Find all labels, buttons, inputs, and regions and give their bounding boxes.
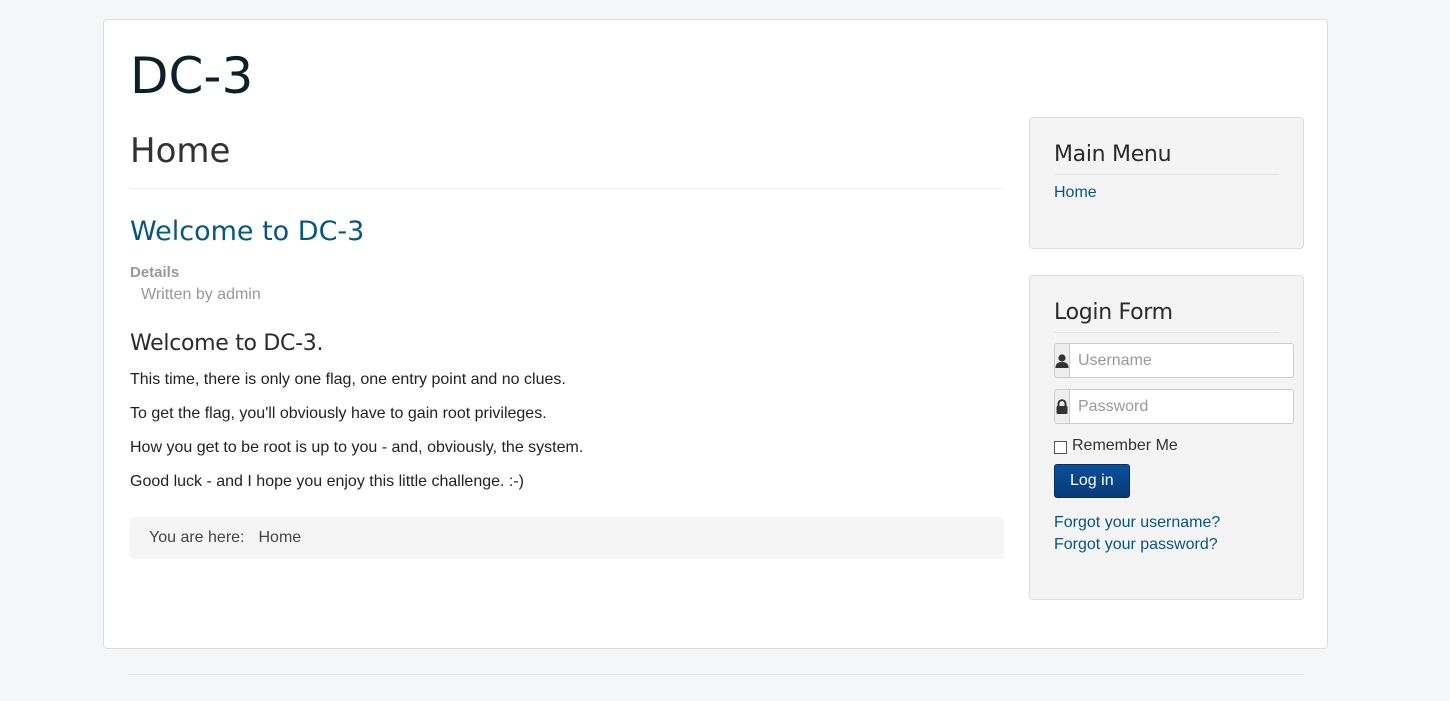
- username-group: [1054, 343, 1294, 378]
- remember-me-checkbox[interactable]: [1054, 440, 1067, 454]
- login-form-title: Login Form: [1054, 296, 1279, 333]
- breadcrumb-current: Home: [258, 529, 302, 546]
- article-title: Welcome to DC-3: [130, 213, 1004, 251]
- lock-icon: [1054, 389, 1069, 424]
- user-icon: [1054, 343, 1069, 378]
- article-paragraph: This time, there is only one flag, one e…: [130, 371, 566, 388]
- remember-me[interactable]: Remember Me: [1054, 436, 1279, 456]
- article-paragraph: How you get to be root is up to you - an…: [130, 439, 584, 456]
- article-details-label: Details: [130, 264, 180, 281]
- main-menu-module: Main Menu Home: [1029, 117, 1304, 249]
- page-heading: Home: [130, 128, 1004, 189]
- breadcrumb-prefix: You are here:: [149, 529, 245, 546]
- remember-me-label[interactable]: Remember Me: [1072, 436, 1178, 456]
- menu-item-home[interactable]: Home: [1054, 181, 1279, 205]
- password-group: [1054, 389, 1294, 424]
- site-title[interactable]: DC-3: [130, 46, 253, 106]
- page-container: DC-3 Home Welcome to DC-3 Details Writte…: [103, 19, 1328, 649]
- user-icon-glyph: [1055, 353, 1069, 368]
- password-input[interactable]: [1069, 389, 1294, 424]
- login-button[interactable]: Log in: [1054, 464, 1130, 498]
- breadcrumb: You are here: Home: [130, 517, 1004, 559]
- article-author: Written by admin: [141, 286, 261, 303]
- main-content: Home Welcome to DC-3 Details Written by …: [130, 128, 1004, 559]
- lock-icon-glyph: [1056, 398, 1068, 414]
- forgot-links: Forgot your username? Forgot your passwo…: [1054, 512, 1279, 556]
- username-input[interactable]: [1069, 343, 1294, 378]
- login-form-module: Login Form Username Remember Me Log in F…: [1029, 275, 1304, 600]
- sidebar: Main Menu Home Login Form Username Remem…: [1029, 117, 1304, 600]
- article-title-link[interactable]: Welcome to DC-3: [130, 216, 364, 247]
- main-menu-title: Main Menu: [1054, 138, 1279, 175]
- footer-divider: [128, 674, 1304, 675]
- article-paragraph: To get the flag, you'll obviously have t…: [130, 405, 547, 422]
- article-paragraph: Good luck - and I hope you enjoy this li…: [130, 473, 524, 490]
- article-heading: Welcome to DC-3.: [130, 331, 324, 356]
- forgot-password-link[interactable]: Forgot your password?: [1054, 534, 1279, 556]
- forgot-username-link[interactable]: Forgot your username?: [1054, 512, 1279, 534]
